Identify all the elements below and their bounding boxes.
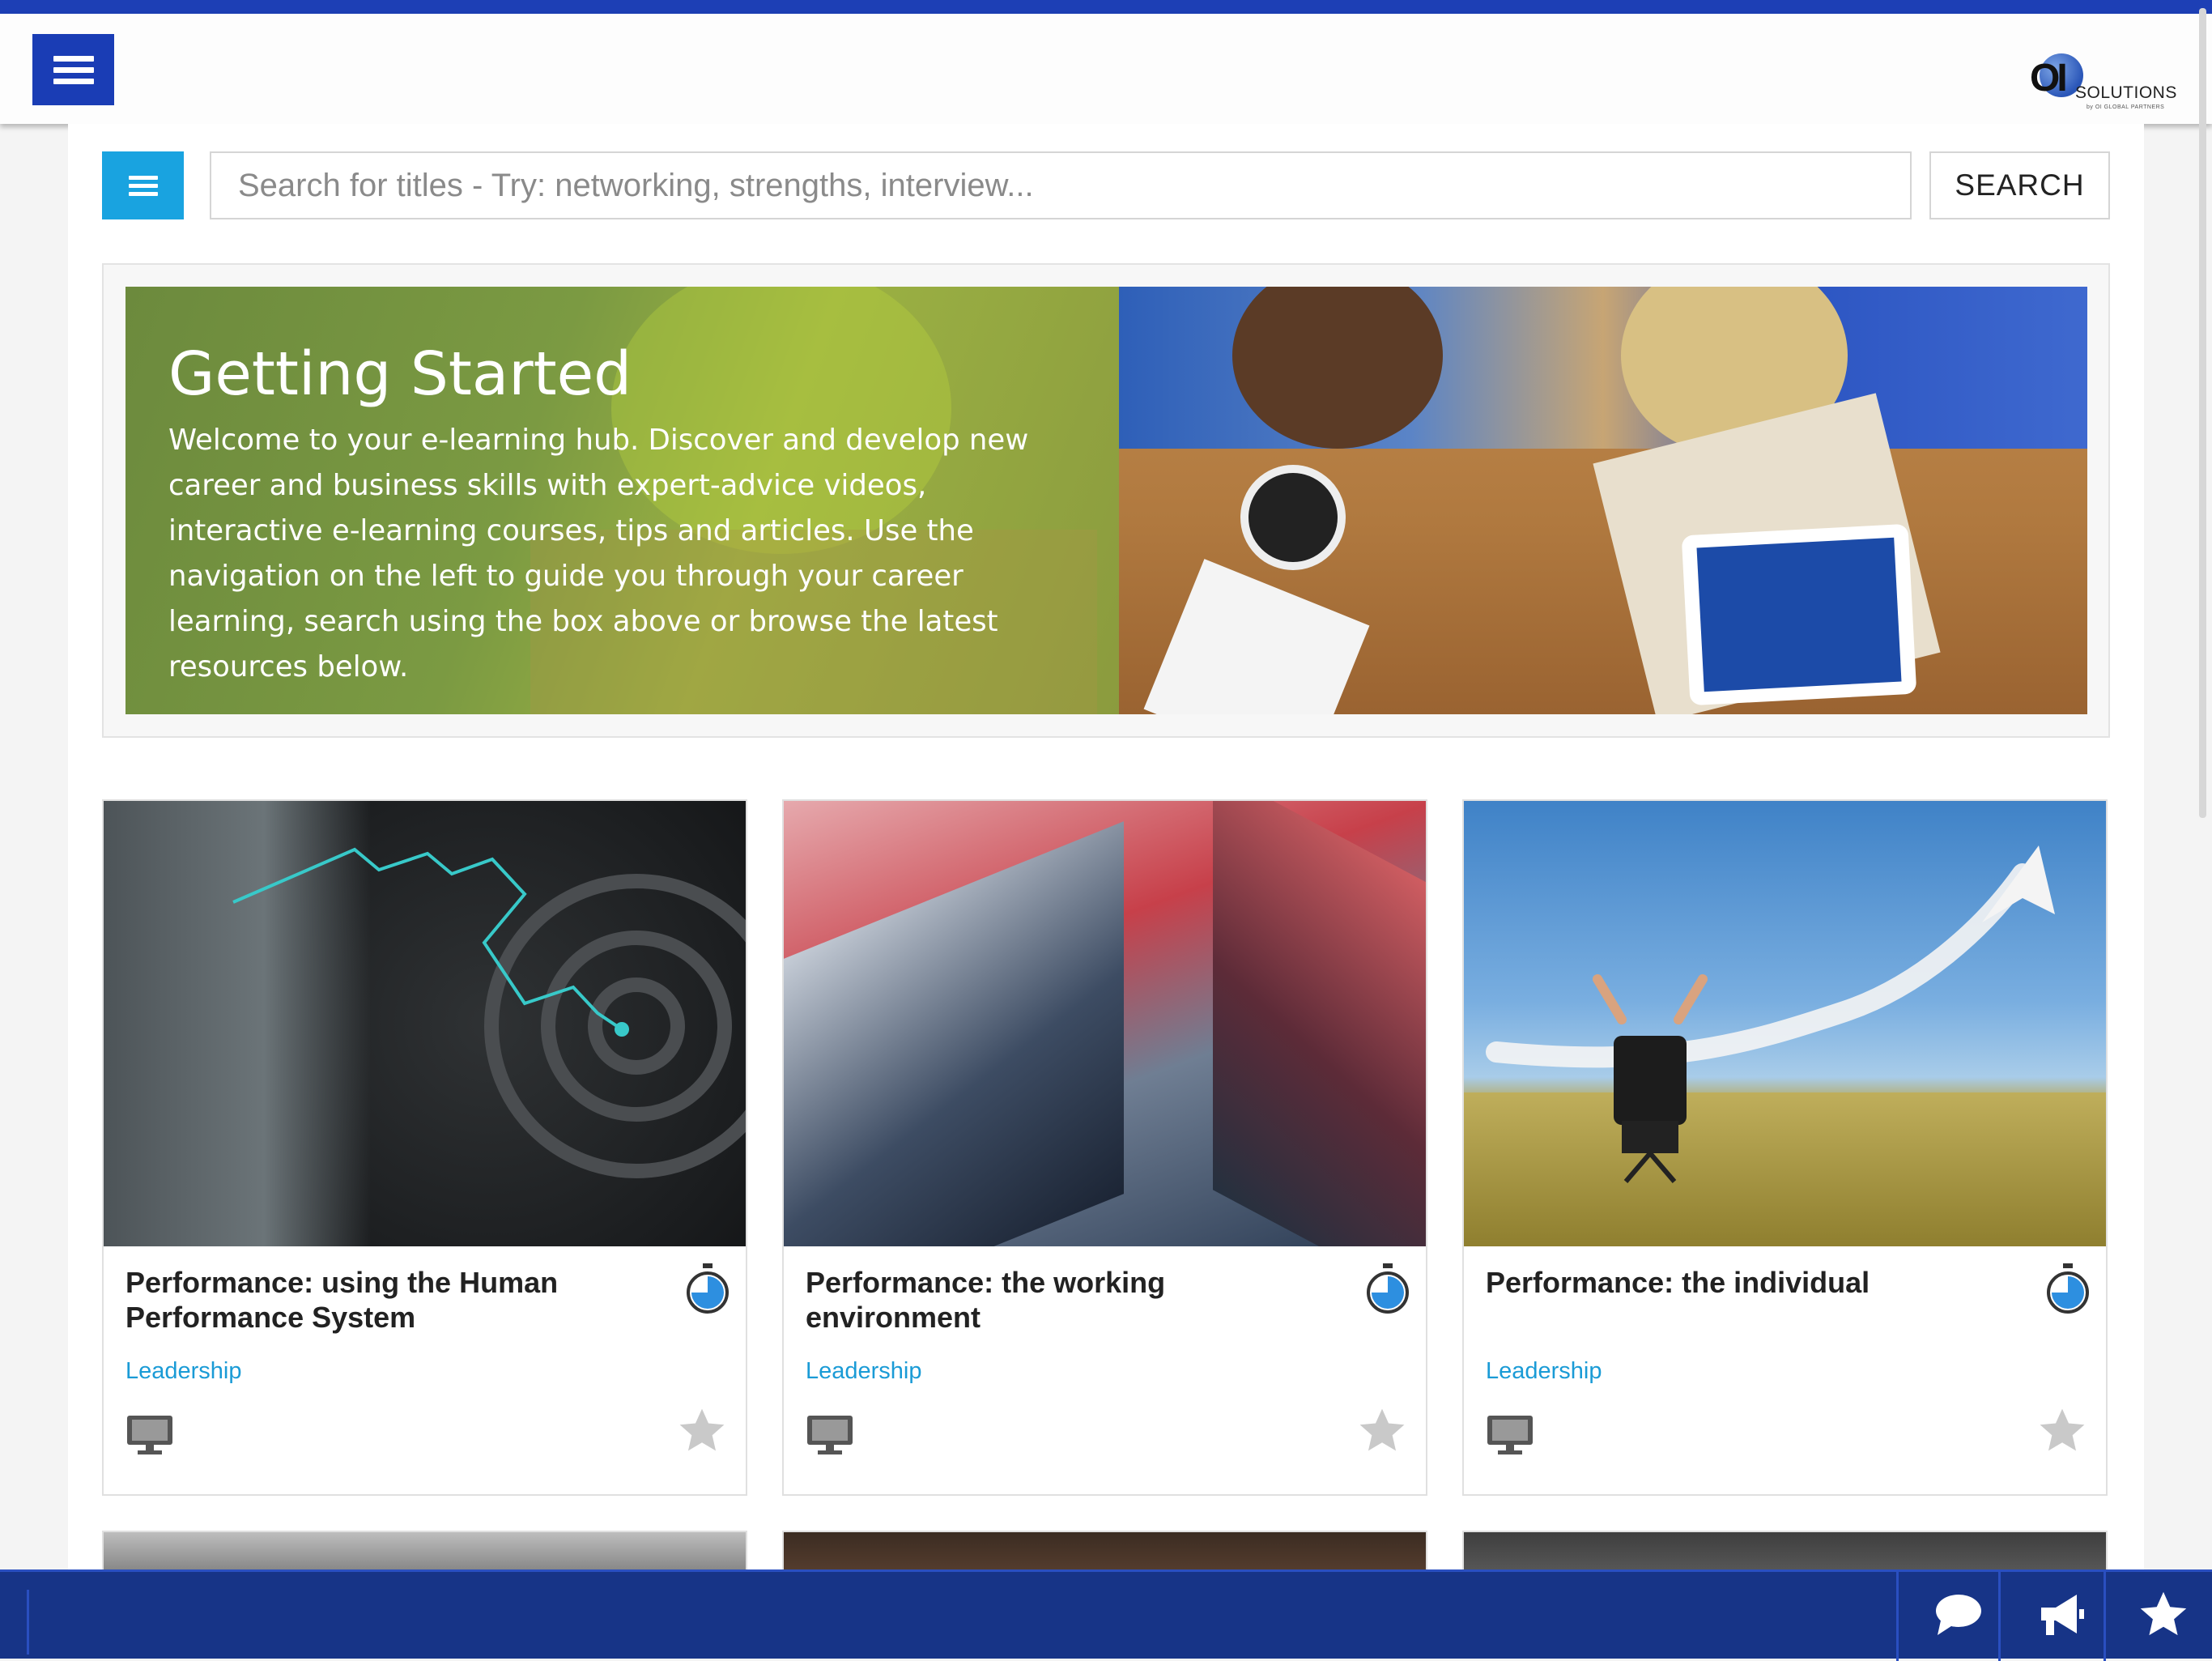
- favorites-star-icon[interactable]: [2138, 1588, 2189, 1640]
- scrollbar[interactable]: [2199, 8, 2206, 818]
- browse-menu-button[interactable]: [102, 151, 184, 219]
- main-menu-button[interactable]: [32, 34, 114, 105]
- course-card[interactable]: Performance: the working environment Lea…: [782, 799, 1427, 1496]
- course-card[interactable]: Performance: using the Human Performance…: [102, 799, 747, 1496]
- card-title[interactable]: Performance: the working environment: [806, 1265, 1324, 1335]
- search-button[interactable]: SEARCH: [1929, 151, 2110, 219]
- star-icon[interactable]: [677, 1405, 727, 1455]
- timer-icon: [2047, 1263, 2089, 1314]
- megaphone-icon[interactable]: [2035, 1588, 2087, 1640]
- logo-text: SOLUTIONS: [2075, 83, 2177, 102]
- hamburger-icon: [53, 50, 94, 90]
- star-icon[interactable]: [2037, 1405, 2087, 1455]
- category-link[interactable]: Leadership: [806, 1358, 922, 1385]
- logo-mark: OI: [2030, 57, 2068, 100]
- coworkers-table-photo: [1119, 287, 2087, 714]
- monitor-icon: [1487, 1416, 1533, 1454]
- search-input[interactable]: [210, 151, 1912, 219]
- top-bar: OI SOLUTIONS by OI GLOBAL PARTNERS: [0, 14, 2212, 124]
- category-link[interactable]: Leadership: [1486, 1358, 1602, 1385]
- getting-started-banner: Getting Started Welcome to your e-learni…: [125, 287, 2087, 714]
- card-title[interactable]: Performance: the individual: [1486, 1265, 2004, 1300]
- monitor-icon: [807, 1416, 853, 1454]
- hero-description: Welcome to your e-learning hub. Discover…: [168, 424, 1029, 684]
- bottom-toolbar: [0, 1569, 2212, 1661]
- timer-icon: [1367, 1263, 1409, 1314]
- hero-title: Getting Started: [168, 339, 632, 409]
- chat-icon[interactable]: [1933, 1588, 1984, 1640]
- course-card[interactable]: Performance: the individual Leadership: [1462, 799, 2108, 1496]
- category-link[interactable]: Leadership: [125, 1358, 242, 1385]
- oi-solutions-logo: OI SOLUTIONS by OI GLOBAL PARTNERS: [2028, 40, 2182, 117]
- monitor-icon: [127, 1416, 172, 1454]
- maze-image: [104, 801, 746, 1246]
- field-arrow-image: [1464, 801, 2106, 1246]
- logo-tagline: by OI GLOBAL PARTNERS: [2087, 104, 2165, 110]
- star-icon[interactable]: [1357, 1405, 1407, 1455]
- skyscrapers-image: [784, 801, 1426, 1246]
- top-accent-stripe: [0, 0, 2212, 14]
- timer-icon: [687, 1263, 729, 1314]
- list-menu-icon: [128, 172, 158, 200]
- card-title[interactable]: Performance: using the Human Performance…: [125, 1265, 644, 1335]
